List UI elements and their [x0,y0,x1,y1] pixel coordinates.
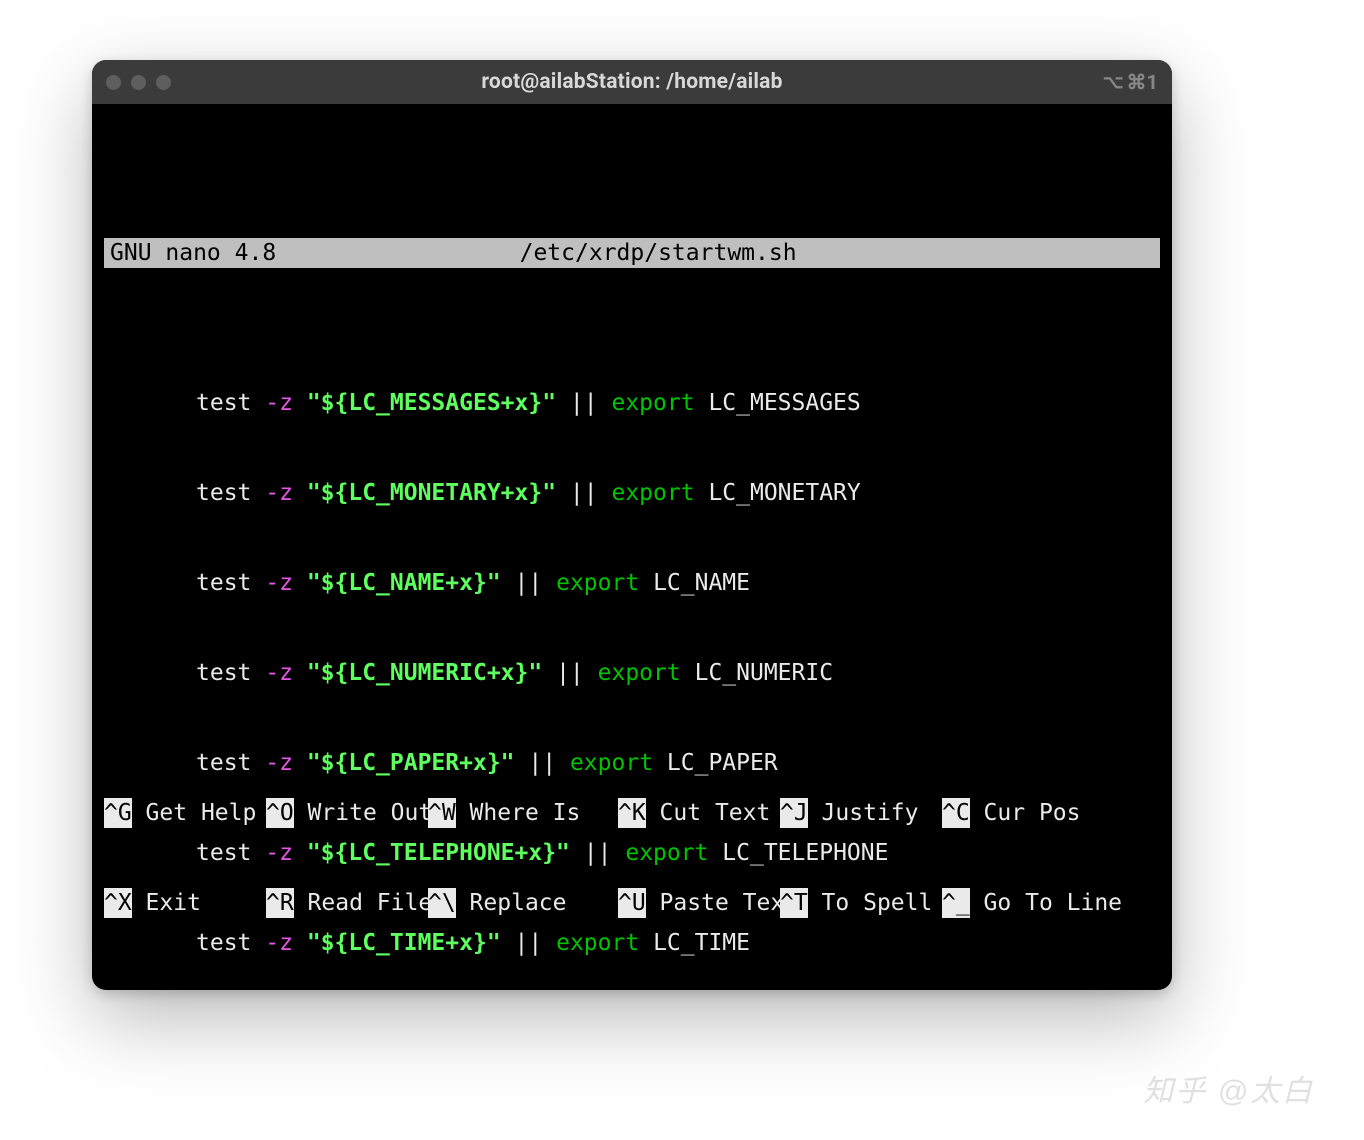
shortcut-label: Cut Text [646,798,771,828]
nano-header: GNU nano 4.8 /etc/xrdp/startwm.sh [104,238,1160,268]
shortcut-item[interactable]: ^_ Go To Line [942,888,1112,918]
shortcut-label: Where Is [456,798,581,828]
code-line: test -z "${LC_NAME+x}" || export LC_NAME [104,568,1160,598]
shortcut-key: ^O [266,798,294,828]
code-line: test -z "${LC_MESSAGES+x}" || export LC_… [104,388,1160,418]
shortcut-item[interactable]: ^T To Spell [780,888,942,918]
shortcut-item[interactable]: ^R Read File [266,888,428,918]
shortcut-key: ^G [104,798,132,828]
shortcut-label: Get Help [132,798,257,828]
shortcut-key: ^K [618,798,646,828]
shortcut-item[interactable]: ^K Cut Text [618,798,780,828]
shortcut-key: ^T [780,888,808,918]
shortcut-item[interactable]: ^O Write Out [266,798,428,828]
terminal-window: root@ailabStation: /home/ailab ⌥⌘1 GNU n… [92,60,1172,990]
watermark: 知乎 @太白 [1143,1066,1314,1110]
shortcut-key: ^_ [942,888,970,918]
shortcut-key: ^J [780,798,808,828]
nano-shortcuts: ^G Get Help^O Write Out^W Where Is^K Cut… [104,738,1160,978]
shortcut-label: Exit [132,888,201,918]
shortcut-row: ^X Exit^R Read File^\ Replace^U Paste Te… [104,888,1160,918]
shortcut-label: Read File [294,888,432,918]
window-title: root@ailabStation: /home/ailab [92,70,1172,94]
nano-filename: /etc/xrdp/startwm.sh [276,238,1160,268]
shortcut-item[interactable]: ^J Justify [780,798,942,828]
titlebar: root@ailabStation: /home/ailab ⌥⌘1 [92,60,1172,104]
shortcut-label: Cur Pos [970,798,1081,828]
shortcut-label: To Spell [808,888,933,918]
shortcut-key: ^\ [428,888,456,918]
shortcut-item[interactable]: ^\ Replace [428,888,618,918]
shortcut-label: Justify [808,798,919,828]
nano-app-name: GNU nano 4.8 [104,238,276,268]
code-line: test -z "${LC_NUMERIC+x}" || export LC_N… [104,658,1160,688]
shortcut-label: Paste Text [646,888,798,918]
shortcut-key: ^C [942,798,970,828]
shortcut-key: ^U [618,888,646,918]
code-line: test -z "${LC_MONETARY+x}" || export LC_… [104,478,1160,508]
shortcut-item[interactable]: ^C Cur Pos [942,798,1092,828]
shortcut-key: ^R [266,888,294,918]
shortcut-item[interactable]: ^G Get Help [104,798,266,828]
shortcut-key: ^X [104,888,132,918]
shortcut-label: Write Out [294,798,432,828]
shortcut-item[interactable]: ^X Exit [104,888,266,918]
shortcut-key: ^W [428,798,456,828]
shortcut-item[interactable]: ^U Paste Text [618,888,780,918]
shortcut-row: ^G Get Help^O Write Out^W Where Is^K Cut… [104,798,1160,828]
shortcut-item[interactable]: ^W Where Is [428,798,618,828]
shortcut-label: Replace [456,888,567,918]
shortcut-label: Go To Line [970,888,1122,918]
